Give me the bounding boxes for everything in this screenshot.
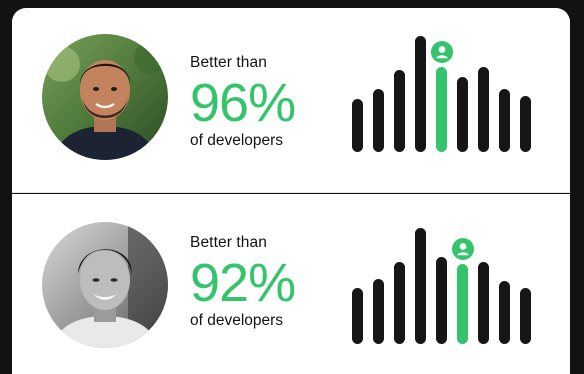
rank-bar (457, 77, 468, 152)
ranking-stat: Better than 92% of developers (190, 234, 296, 330)
rank-bar (499, 89, 510, 152)
rank-bar (415, 228, 426, 344)
rank-bar (394, 262, 405, 344)
ranking-tail-text: of developers (190, 312, 284, 329)
rank-bar (394, 70, 405, 152)
ranking-bar-chart (352, 224, 542, 344)
avatar (42, 222, 168, 348)
rank-bar (478, 67, 489, 152)
rank-bar (520, 288, 531, 344)
rank-bar-highlight (457, 264, 468, 344)
rank-bar (373, 89, 384, 152)
user-marker-icon (430, 41, 453, 63)
ranking-card-1: Better than 96% of developers (12, 8, 570, 193)
rank-bar (352, 99, 363, 152)
ranking-stat: Better than 96% of developers (190, 54, 296, 150)
rank-bar (415, 36, 426, 152)
ranking-tail-text: of developers (190, 132, 284, 149)
ranking-bar-chart (352, 32, 542, 152)
rank-bar-highlight (436, 67, 447, 152)
ranking-lead-text: Better than (190, 54, 267, 71)
rank-bar (499, 281, 510, 344)
avatar (42, 34, 168, 160)
ranking-percent: 92% (190, 253, 296, 313)
ranking-lead-text: Better than (190, 234, 267, 251)
rank-bar (478, 262, 489, 344)
rank-bar (373, 279, 384, 344)
ranking-percent: 96% (190, 73, 296, 133)
user-marker-icon (451, 238, 474, 260)
ranking-card-2: Better than 92% of developers (12, 194, 570, 374)
rank-bar (352, 288, 363, 344)
developer-ranking-panel: Better than 96% of developers Better tha… (0, 0, 584, 374)
rank-bar (436, 257, 447, 344)
rank-bar (520, 96, 531, 152)
